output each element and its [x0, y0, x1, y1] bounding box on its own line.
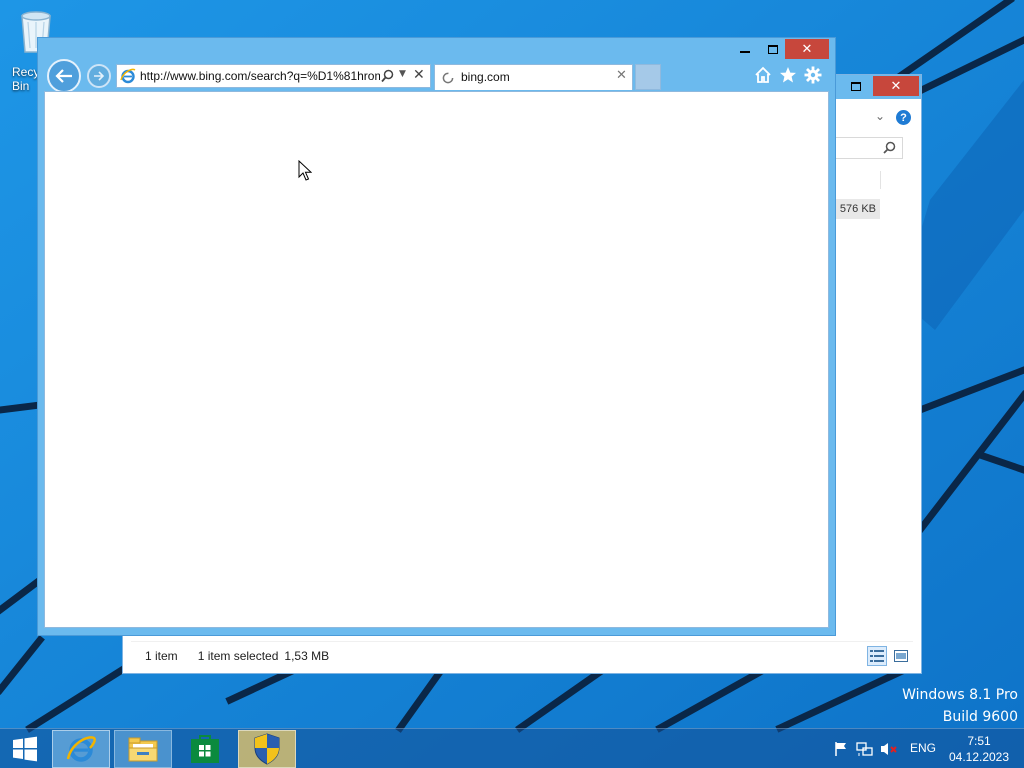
- tab-label: bing.com: [461, 70, 510, 84]
- address-bar[interactable]: http://www.bing.com/search?q=%D1%81hrome…: [116, 64, 431, 88]
- taskbar-file-explorer[interactable]: [114, 730, 172, 768]
- ie-minimize-button[interactable]: [732, 39, 758, 59]
- clock-time: 7:51: [967, 734, 991, 748]
- forward-button[interactable]: [87, 64, 111, 88]
- taskbar-user-account-control[interactable]: [238, 730, 296, 768]
- close-icon: ✕: [801, 41, 813, 57]
- file-size-cell: 576 KB: [836, 199, 880, 219]
- ie-maximize-button[interactable]: [760, 39, 786, 59]
- ie-logo-icon: [66, 736, 96, 762]
- windows-build: Build 9600: [942, 709, 1018, 725]
- explorer-status-bar: 1 item 1 item selected 1,53 MB: [131, 641, 913, 669]
- favorites-star-icon[interactable]: [779, 66, 797, 84]
- folder-icon: [128, 737, 158, 762]
- arrow-right-icon: [94, 71, 105, 81]
- ie-close-button[interactable]: ✕: [785, 39, 829, 59]
- column-divider[interactable]: [880, 171, 881, 189]
- internet-explorer-window: ✕ http://www.bing.com/search?q=%D1%81hro…: [37, 37, 836, 636]
- back-button[interactable]: [47, 59, 81, 93]
- tab-close-icon[interactable]: ✕: [616, 68, 627, 83]
- home-icon[interactable]: [754, 66, 772, 84]
- selection-count: 1 item selected: [197, 648, 279, 663]
- shield-icon: [254, 733, 280, 765]
- windows-logo-icon: [13, 736, 37, 762]
- windows-watermark: Windows 8.1 Pro Build 9600: [902, 684, 1018, 728]
- start-button[interactable]: [0, 729, 50, 768]
- taskbar: ENG 7:51 04.12.2023: [0, 728, 1024, 768]
- network-icon[interactable]: [856, 729, 874, 768]
- selection-size: 1,53 MB: [284, 648, 330, 663]
- taskbar-internet-explorer[interactable]: [52, 730, 110, 768]
- address-url[interactable]: http://www.bing.com/search?q=%D1%81hrome: [140, 69, 380, 85]
- volume-muted-icon[interactable]: [880, 729, 898, 768]
- large-icons-view-icon: [894, 650, 908, 662]
- maximize-icon: [768, 44, 778, 54]
- stop-icon[interactable]: ✕: [413, 67, 425, 83]
- ie-logo-icon: [120, 68, 136, 84]
- windows-edition: Windows 8.1 Pro: [902, 687, 1018, 703]
- search-icon: [883, 141, 896, 154]
- taskbar-store[interactable]: [176, 730, 234, 768]
- search-icon[interactable]: [381, 69, 394, 83]
- system-clock[interactable]: 7:51 04.12.2023: [944, 733, 1014, 765]
- help-icon[interactable]: ?: [896, 110, 911, 125]
- gear-icon[interactable]: [804, 66, 822, 84]
- explorer-maximize-button[interactable]: [843, 76, 869, 96]
- clock-date: 04.12.2023: [948, 750, 1010, 764]
- address-dropdown-icon[interactable]: ▼: [399, 69, 406, 79]
- large-icons-view-button[interactable]: [891, 646, 911, 666]
- page-content[interactable]: [44, 91, 829, 628]
- tab-bing[interactable]: bing.com ✕: [434, 64, 633, 90]
- ribbon-expand-icon[interactable]: ⌄: [875, 109, 885, 123]
- new-tab-button[interactable]: [635, 64, 661, 90]
- details-view-icon: [870, 650, 884, 662]
- arrow-left-icon: [55, 69, 72, 83]
- details-view-button[interactable]: [867, 646, 887, 666]
- item-count: 1 item: [145, 648, 178, 663]
- language-indicator[interactable]: ENG: [910, 741, 936, 755]
- action-center-flag-icon[interactable]: [832, 729, 850, 768]
- mouse-cursor-icon: [298, 160, 312, 181]
- explorer-close-button[interactable]: ✕: [873, 76, 919, 96]
- close-icon: ✕: [890, 78, 902, 94]
- store-icon: [191, 735, 219, 763]
- maximize-icon: [851, 81, 861, 91]
- minimize-icon: [740, 51, 750, 53]
- loading-spinner-icon: [442, 72, 454, 84]
